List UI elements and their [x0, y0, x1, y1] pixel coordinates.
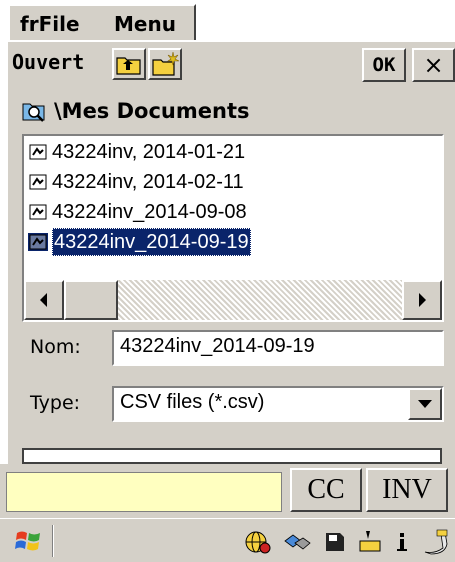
file-list[interactable]: 43224inv, 2014-01-21 43224inv, 2014-02-1… — [22, 134, 444, 322]
name-input-value: 43224inv_2014-09-19 — [120, 335, 315, 357]
start-button[interactable] — [14, 527, 44, 559]
horizontal-scrollbar[interactable] — [24, 280, 442, 320]
type-select-value: CSV files (*.csv) — [120, 391, 265, 413]
taskbar — [0, 518, 455, 562]
dialog-toolbar: Ouvert OK × — [8, 40, 455, 88]
file-name: 43224inv_2014-09-08 — [52, 201, 247, 223]
info-icon[interactable] — [394, 529, 410, 555]
chevron-down-icon — [418, 400, 432, 408]
name-input[interactable]: 43224inv_2014-09-19 — [112, 330, 444, 366]
scroll-thumb[interactable] — [64, 280, 118, 320]
battery-charging-icon[interactable] — [358, 529, 382, 555]
arrow-left-icon — [40, 293, 47, 307]
status-bar — [22, 448, 442, 464]
cc-button-label: CC — [307, 474, 345, 505]
type-dropdown-button[interactable] — [408, 388, 442, 420]
input-panel-icon[interactable] — [421, 528, 449, 556]
path-label: \Mes Documents — [54, 99, 250, 123]
list-item[interactable]: 43224inv, 2014-01-21 — [28, 138, 245, 166]
file-dialog-body: \Mes Documents 43224inv, 2014-01-21 4322… — [8, 88, 455, 498]
type-label: Type: — [30, 392, 81, 414]
name-label: Nom: — [30, 336, 81, 358]
up-folder-button[interactable] — [112, 48, 146, 80]
current-path: \Mes Documents — [22, 96, 250, 126]
system-tray — [244, 527, 449, 557]
list-item-selected[interactable]: 43224inv_2014-09-19 — [28, 228, 251, 256]
scroll-right-button[interactable] — [402, 280, 442, 320]
close-icon: × — [423, 51, 444, 79]
globe-icon[interactable] — [244, 529, 272, 555]
ok-button-label: OK — [372, 54, 396, 76]
inv-button-label: INV — [382, 474, 432, 505]
new-folder-button[interactable] — [148, 48, 182, 80]
connection-icon[interactable] — [283, 529, 312, 555]
bottom-bar: CC INV — [0, 464, 455, 518]
new-folder-icon — [152, 51, 180, 76]
file-icon — [29, 174, 47, 190]
storage-card-icon[interactable] — [323, 529, 347, 555]
up-folder-icon — [116, 57, 141, 75]
scroll-left-button[interactable] — [24, 280, 64, 320]
folder-search-icon — [22, 103, 45, 122]
arrow-right-icon — [419, 293, 426, 307]
file-name: 43224inv, 2014-02-11 — [52, 171, 244, 193]
menu-menu[interactable]: Menu — [114, 10, 176, 38]
list-item[interactable]: 43224inv, 2014-02-11 — [28, 168, 244, 196]
menu-bar: frFile Menu — [0, 0, 455, 40]
menu-bar-strip: frFile Menu — [8, 4, 196, 40]
file-name: 43224inv_2014-09-19 — [52, 228, 251, 256]
windows-logo-icon — [15, 531, 40, 551]
file-icon — [29, 144, 47, 160]
inv-button[interactable]: INV — [366, 468, 448, 512]
ok-button[interactable]: OK — [362, 48, 406, 82]
file-name: 43224inv, 2014-01-21 — [52, 141, 246, 163]
file-icon — [29, 204, 47, 220]
file-icon — [28, 233, 48, 251]
type-select[interactable]: CSV files (*.csv) — [112, 386, 444, 422]
list-item[interactable]: 43224inv_2014-09-08 — [28, 198, 247, 226]
toolbar-top-edge — [8, 40, 455, 42]
close-button[interactable]: × — [412, 48, 455, 82]
scan-input[interactable] — [6, 472, 282, 512]
menu-file[interactable]: frFile — [20, 10, 80, 38]
taskbar-separator — [52, 525, 54, 557]
dialog-title: Ouvert — [12, 50, 85, 74]
cc-button[interactable]: CC — [290, 468, 362, 512]
